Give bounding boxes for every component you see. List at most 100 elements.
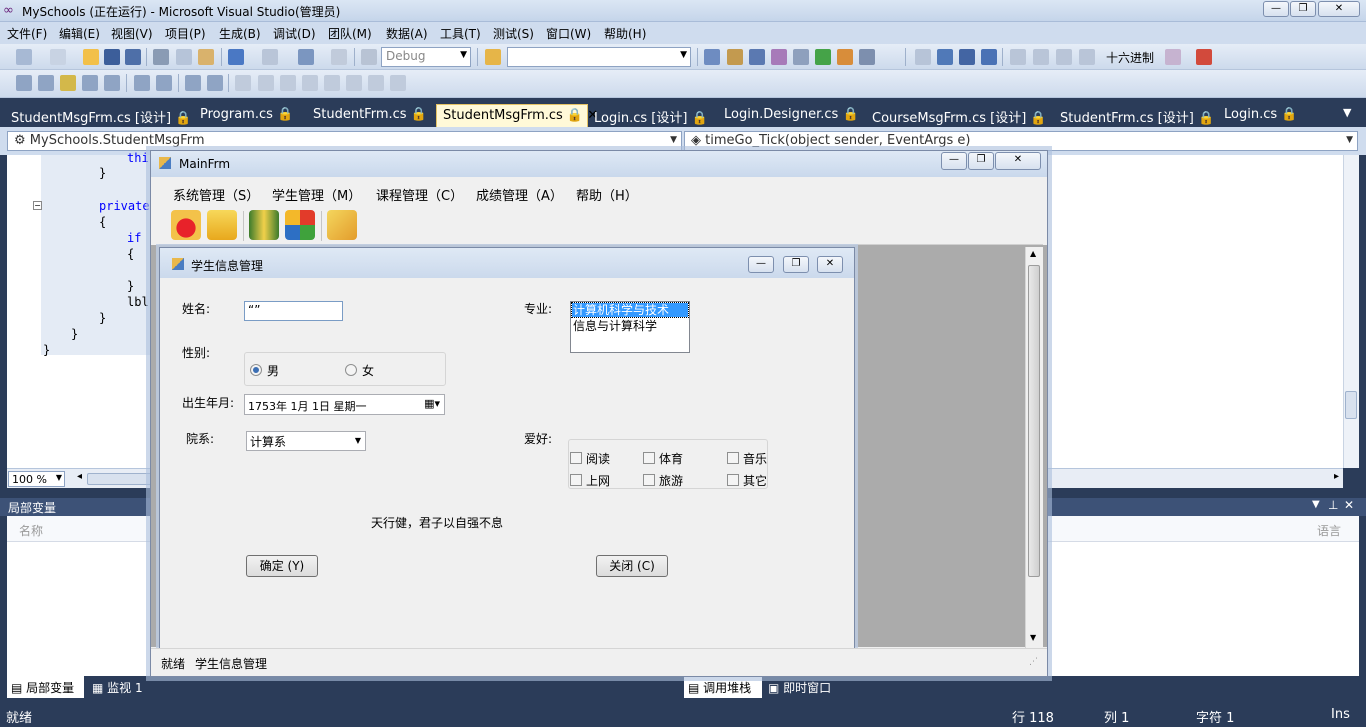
solution-explorer-icon[interactable]: [704, 49, 720, 65]
pin-icon[interactable]: ⊥: [1328, 498, 1338, 512]
stop-debugging-icon[interactable]: [959, 49, 975, 65]
horizontal-spacing-icon[interactable]: [134, 75, 150, 91]
tab-studentmsgfrm-cs[interactable]: StudentMsgFrm.cs 🔒 ✕: [436, 104, 598, 127]
menu-test[interactable]: 测试(S): [493, 25, 534, 42]
solution-configuration-dropdown[interactable]: Debug ▼: [381, 47, 471, 67]
menu-file[interactable]: 文件(F): [7, 25, 47, 42]
birth-date-picker[interactable]: 1753年 1月 1日 星期一 ▦▾: [244, 394, 445, 415]
properties-icon[interactable]: [727, 49, 743, 65]
tab-login-design[interactable]: Login.cs [设计] 🔒: [588, 104, 714, 127]
scroll-left-icon[interactable]: ◂: [77, 471, 82, 482]
align-lefts-icon[interactable]: [16, 75, 32, 91]
tab-studentmsgfrm-design[interactable]: StudentMsgFrm.cs [设计] 🔒: [5, 104, 197, 127]
scroll-down-icon[interactable]: ▼: [1030, 633, 1036, 642]
tools-edit-icon[interactable]: [327, 210, 357, 240]
navigate-forward-icon[interactable]: [331, 49, 347, 65]
menu-project[interactable]: 项目(P): [165, 25, 206, 42]
tab-login-designer-cs[interactable]: Login.Designer.cs 🔒: [718, 104, 865, 127]
continue-icon[interactable]: [915, 49, 931, 65]
scroll-up-icon[interactable]: ▲: [1030, 249, 1036, 258]
child-close-button[interactable]: ✕: [817, 256, 843, 273]
department-combobox[interactable]: 计算系 ▼: [246, 431, 366, 451]
cut-icon[interactable]: [153, 49, 169, 65]
paste-icon[interactable]: [198, 49, 214, 65]
command-window-icon[interactable]: [859, 49, 875, 65]
collapse-icon[interactable]: −: [33, 201, 42, 210]
menu-course-management[interactable]: 课程管理（C）: [376, 185, 463, 204]
vertical-spacing-icon[interactable]: [156, 75, 172, 91]
vs-minimize-button[interactable]: —: [1263, 1, 1289, 17]
add-item-icon[interactable]: [50, 49, 66, 65]
hobby-reading-checkbox[interactable]: [570, 452, 582, 464]
vs-close-button[interactable]: ✕: [1318, 1, 1360, 17]
horizontal-scrollbar-thumb[interactable]: [87, 473, 157, 485]
bring-to-front-icon[interactable]: [235, 75, 251, 91]
send-to-back-icon[interactable]: [258, 75, 274, 91]
redo-icon[interactable]: [262, 49, 278, 65]
toolbox-icon[interactable]: [771, 49, 787, 65]
close-button[interactable]: 关闭 (C): [596, 555, 668, 577]
mainfrm-minimize-button[interactable]: —: [941, 152, 967, 170]
save-all-icon[interactable]: [125, 49, 141, 65]
align-to-grid-icon[interactable]: [60, 75, 76, 91]
windows-logo-icon[interactable]: [285, 210, 315, 240]
hobby-other-checkbox[interactable]: [727, 474, 739, 486]
mainfrm-close-button[interactable]: ✕: [995, 152, 1041, 170]
tab-watch[interactable]: ▦ 监视 1: [88, 676, 147, 698]
step-out-icon[interactable]: [1079, 49, 1095, 65]
male-radio[interactable]: [250, 364, 262, 376]
show-next-statement-icon[interactable]: [1010, 49, 1026, 65]
find-combo[interactable]: ▼: [507, 47, 691, 67]
new-project-icon[interactable]: [16, 49, 32, 65]
tab-order-icon[interactable]: [368, 75, 384, 91]
start-debug-icon[interactable]: [361, 49, 377, 65]
menu-help[interactable]: 帮助(H): [604, 25, 646, 42]
books-icon[interactable]: [249, 210, 279, 240]
comment-icon[interactable]: [280, 75, 296, 91]
folder-icon[interactable]: [207, 210, 237, 240]
child-minimize-button[interactable]: —: [748, 256, 774, 273]
panel-menu-icon[interactable]: ▼: [1312, 499, 1320, 510]
menu-student-management[interactable]: 学生管理（M）: [272, 185, 361, 204]
scrollbar-thumb[interactable]: [1345, 391, 1357, 419]
major-listbox[interactable]: 计算机科学与技术 信息与计算科学: [570, 301, 690, 353]
vs-maximize-button[interactable]: ❐: [1290, 1, 1316, 17]
undo-icon[interactable]: [228, 49, 244, 65]
center-vertically-icon[interactable]: [207, 75, 223, 91]
hobby-sports-checkbox[interactable]: [643, 452, 655, 464]
previous-comment-icon[interactable]: [302, 75, 318, 91]
mainfrm-maximize-button[interactable]: ❐: [968, 152, 994, 170]
menu-data[interactable]: 数据(A): [386, 25, 428, 42]
major-item-selected[interactable]: 计算机科学与技术: [571, 302, 689, 318]
step-over-icon[interactable]: [1056, 49, 1072, 65]
name-input[interactable]: “”: [244, 301, 343, 321]
menu-score-management[interactable]: 成绩管理（A）: [476, 185, 563, 204]
menu-system-management[interactable]: 系统管理（S）: [173, 185, 259, 204]
resize-grip-icon[interactable]: ⋰: [1029, 657, 1038, 667]
tab-immediate[interactable]: ▣ 即时窗口: [764, 676, 835, 698]
find-in-files-icon[interactable]: [485, 49, 501, 65]
hobby-music-checkbox[interactable]: [727, 452, 739, 464]
align-centers-icon[interactable]: [38, 75, 54, 91]
tab-call-stack[interactable]: ▤ 调用堆栈: [684, 676, 762, 698]
scrollbar-thumb[interactable]: [1028, 265, 1040, 577]
class-dropdown[interactable]: ⚙ MySchools.StudentMsgFrm ▼: [7, 131, 682, 151]
panel-close-icon[interactable]: ✕: [1344, 498, 1354, 512]
tab-studentfrm-cs[interactable]: StudentFrm.cs 🔒: [307, 104, 433, 127]
menu-window[interactable]: 窗口(W): [546, 25, 591, 42]
tools-icon[interactable]: [793, 49, 809, 65]
calendar-icon[interactable]: ▦▾: [424, 397, 440, 410]
open-file-icon[interactable]: [83, 49, 99, 65]
breakpoints-icon[interactable]: [1196, 49, 1212, 65]
save-icon[interactable]: [104, 49, 120, 65]
menu-tools[interactable]: 工具(T): [440, 25, 481, 42]
break-all-icon[interactable]: [937, 49, 953, 65]
member-dropdown[interactable]: ◈ timeGo_Tick(object sender, EventArgs e…: [684, 131, 1358, 151]
major-item[interactable]: 信息与计算科学: [573, 317, 657, 334]
thread-icon[interactable]: [1165, 49, 1181, 65]
scroll-right-icon[interactable]: ▸: [1334, 471, 1339, 482]
navigate-backward-icon[interactable]: [298, 49, 314, 65]
menu-team[interactable]: 团队(M): [328, 25, 372, 42]
hobby-internet-checkbox[interactable]: [570, 474, 582, 486]
tab-program-cs[interactable]: Program.cs 🔒: [194, 104, 299, 127]
